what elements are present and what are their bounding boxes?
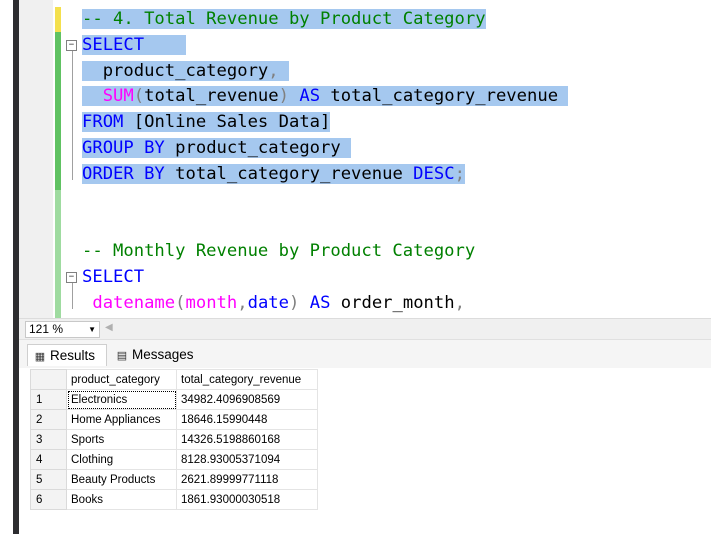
tab-messages-label: Messages (132, 347, 194, 362)
row-number[interactable]: 5 (30, 469, 67, 490)
window-frame (0, 0, 19, 534)
code-token: SUM (102, 86, 134, 107)
change-tracking-bar (55, 32, 61, 190)
code-token: SELECT (82, 34, 145, 55)
code-token: ( (133, 86, 145, 107)
code-token: -- Monthly Revenue by Product Category (82, 241, 476, 262)
code-token: product_category (164, 138, 352, 158)
category-cell[interactable]: Electronics (66, 389, 177, 410)
code-token: datename (82, 292, 176, 313)
code-token: FROM (82, 112, 124, 133)
row-number-header[interactable] (30, 369, 67, 390)
code-token: date (247, 292, 290, 313)
code-token (82, 86, 103, 107)
revenue-cell[interactable]: 1861.93000030518 (176, 489, 318, 510)
code-line[interactable]: product_category, (82, 59, 289, 84)
code-line[interactable]: datename(month,date) AS order_month, (82, 291, 465, 316)
table-row[interactable]: 5 Beauty Products 2621.89999771118 (30, 469, 318, 490)
table-row[interactable]: 6 Books 1861.93000030518 (30, 489, 318, 510)
code-line[interactable]: SUM(total_revenue) AS total_category_rev… (82, 84, 569, 109)
code-token: AS (299, 86, 321, 107)
category-cell[interactable]: Books (66, 489, 177, 510)
table-row[interactable]: 4 Clothing 8128.93005371094 (30, 449, 318, 470)
code-token: ; (454, 163, 465, 184)
zoom-value: 121 % (29, 322, 64, 336)
table-row[interactable]: 2 Home Appliances 18646.15990448 (30, 409, 318, 430)
revenue-cell[interactable]: 8128.93005371094 (176, 449, 318, 470)
code-token: [Online Sales Data] (123, 112, 331, 133)
code-token: ) (289, 292, 310, 313)
revenue-cell[interactable]: 14326.5198860168 (176, 429, 318, 450)
column-header-total-category-revenue[interactable]: total_category_revenue (176, 369, 318, 390)
code-token: AS (309, 292, 331, 313)
row-number[interactable]: 6 (30, 489, 67, 510)
code-token: ORDER BY (82, 163, 165, 184)
code-token: , (454, 292, 465, 313)
code-token: , (237, 292, 248, 313)
revenue-cell[interactable]: 34982.4096908569 (176, 389, 318, 410)
code-line[interactable]: -- 4. Total Revenue by Product Category (82, 7, 486, 32)
code-token: DESC (413, 163, 455, 184)
code-line[interactable]: ORDER BY total_category_revenue DESC; (82, 162, 465, 187)
messages-icon: ▤ (116, 350, 128, 362)
grid-icon: ▦ (34, 351, 46, 363)
code-token: total_revenue (144, 86, 279, 107)
change-tracking-bar-saved (55, 190, 61, 318)
change-tracking-unsaved (55, 7, 61, 32)
category-cell[interactable]: Clothing (66, 449, 177, 470)
results-grid[interactable]: product_category total_category_revenue … (30, 369, 318, 510)
code-token: SELECT (82, 267, 145, 287)
code-token: , (268, 60, 289, 81)
editor-gutter (19, 0, 53, 318)
row-number[interactable]: 1 (30, 389, 67, 410)
code-line[interactable]: -- Monthly Revenue by Product Category (82, 239, 475, 264)
tab-results-label: Results (50, 348, 96, 363)
revenue-cell[interactable]: 2621.89999771118 (176, 469, 318, 490)
tab-messages[interactable]: ▤ Messages (110, 344, 208, 365)
chevron-down-icon[interactable]: ▼ (88, 322, 96, 337)
category-cell[interactable]: Beauty Products (66, 469, 177, 490)
code-token: order_month (330, 292, 455, 313)
code-token: month (185, 292, 238, 313)
grid-header-row: product_category total_category_revenue (30, 369, 318, 390)
tab-results[interactable]: ▦ Results (27, 344, 107, 366)
code-token: ) (278, 86, 300, 107)
table-row[interactable]: 1 Electronics 34982.4096908569 (30, 389, 318, 410)
code-token: -- 4. Total Revenue by Product Category (82, 9, 486, 29)
column-header-product-category[interactable]: product_category (66, 369, 177, 390)
code-token (144, 34, 186, 55)
code-line[interactable]: SELECT (82, 33, 186, 58)
table-row[interactable]: 3 Sports 14326.5198860168 (30, 429, 318, 450)
revenue-cell[interactable]: 18646.15990448 (176, 409, 318, 430)
code-token: total_category_revenue (320, 86, 569, 107)
code-line[interactable]: SELECT (82, 265, 144, 290)
code-line[interactable]: FROM [Online Sales Data] (82, 110, 331, 135)
row-number[interactable]: 2 (30, 409, 67, 430)
results-tabs: ▦ Results ▤ Messages (19, 339, 711, 369)
code-line[interactable]: GROUP BY product_category (82, 136, 352, 161)
row-number[interactable]: 3 (30, 429, 67, 450)
category-cell[interactable]: Home Appliances (66, 409, 177, 430)
zoom-select[interactable]: 121 % ▼ (25, 321, 100, 338)
category-cell[interactable]: Sports (66, 429, 177, 450)
code-token: product_category (82, 60, 269, 81)
collapse-icon[interactable]: − (66, 39, 77, 51)
fold-guide (72, 283, 73, 309)
fold-guide (72, 50, 73, 180)
row-number[interactable]: 4 (30, 449, 67, 470)
query-editor[interactable]: -- 4. Total Revenue by Product Category S… (19, 0, 711, 318)
collapse-icon[interactable]: − (66, 272, 77, 283)
code-token: total_category_revenue (164, 163, 414, 184)
code-token: GROUP BY (82, 138, 165, 158)
scroll-left-icon[interactable]: ◀ (105, 322, 113, 333)
zoom-bar: 121 % ▼ ◀ (19, 318, 711, 339)
code-token: ( (175, 292, 186, 313)
